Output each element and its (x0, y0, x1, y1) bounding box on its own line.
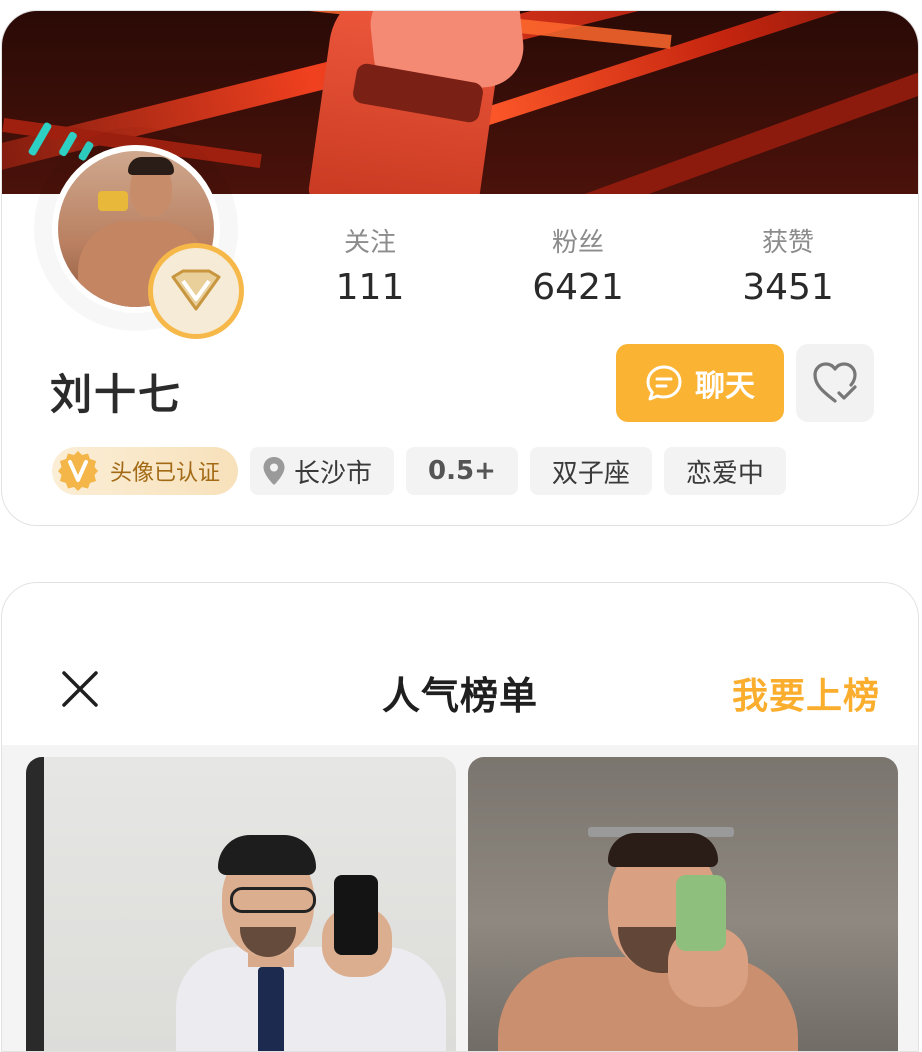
chat-bubble-icon (646, 365, 682, 401)
username: 刘十七 (50, 370, 183, 419)
location-tag[interactable]: 长沙市 (250, 447, 395, 495)
favorite-button[interactable] (796, 344, 874, 422)
ranking-photo[interactable] (468, 757, 898, 1051)
zodiac-tag[interactable]: 双子座 (529, 447, 652, 495)
relationship-tag-label: 恋爱中 (685, 458, 764, 489)
join-ranking-button[interactable]: 我要上榜 (732, 667, 880, 719)
ranking-sheet: 人气榜单 我要上榜 (1, 582, 919, 1052)
role-tag-label: 0.5+ (428, 456, 496, 486)
stat-value: 111 (335, 267, 405, 308)
stat-label: 关注 (343, 228, 396, 258)
vip-diamond-icon (148, 243, 244, 339)
stat-label: 获赞 (761, 228, 814, 258)
location-tag-label: 长沙市 (294, 458, 373, 489)
chat-button-label: 聊天 (695, 369, 755, 404)
stat-label: 粉丝 (551, 228, 604, 258)
profile-card: 关注 111 粉丝 6421 获赞 3451 刘十七 聊天 头像已认证 长沙市 … (1, 10, 919, 526)
v-seal-icon (58, 451, 98, 491)
relationship-tag[interactable]: 恋爱中 (663, 447, 786, 495)
stat-likes[interactable]: 获赞 3451 (688, 226, 888, 312)
heart-check-icon (813, 362, 857, 403)
verified-tag-label: 头像已认证 (110, 461, 221, 486)
stat-following[interactable]: 关注 111 (270, 226, 470, 312)
zodiac-tag-label: 双子座 (551, 458, 630, 489)
verified-tag[interactable]: 头像已认证 (52, 447, 239, 495)
chat-button[interactable]: 聊天 (616, 344, 784, 422)
location-pin-icon (263, 457, 285, 485)
stat-fans[interactable]: 粉丝 6421 (478, 226, 678, 312)
ranking-photo[interactable] (26, 757, 456, 1051)
profile-tags: 头像已认证 长沙市 0.5+ 双子座 恋爱中 (52, 447, 786, 495)
stat-value: 6421 (532, 267, 624, 308)
ranking-header: 人气榜单 我要上榜 (2, 583, 918, 745)
role-tag[interactable]: 0.5+ (406, 447, 518, 495)
stat-value: 3451 (742, 267, 834, 308)
